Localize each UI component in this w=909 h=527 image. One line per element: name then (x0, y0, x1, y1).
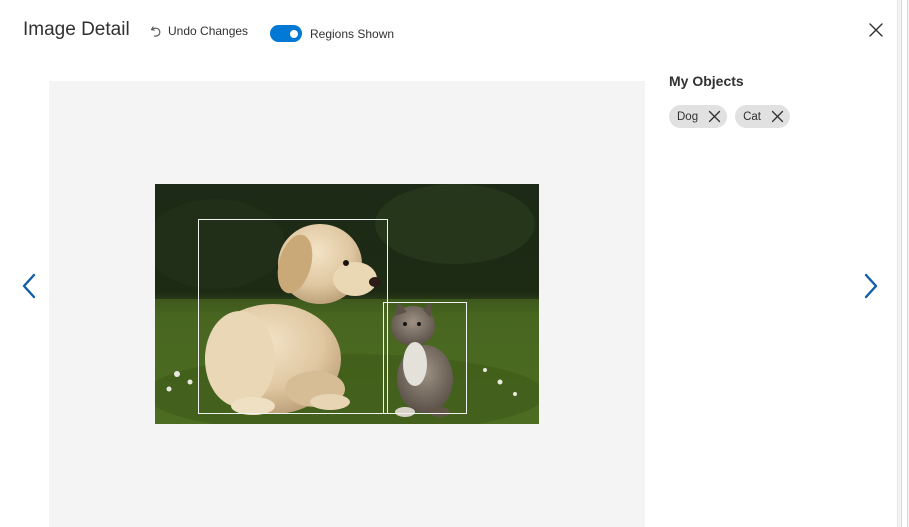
tag-label: Dog (677, 110, 699, 123)
next-image-button[interactable] (862, 273, 880, 299)
my-objects-heading: My Objects (669, 73, 744, 89)
undo-changes-button[interactable]: Undo Changes (150, 24, 248, 38)
scrollbar[interactable] (897, 0, 909, 527)
region-box-dog[interactable] (198, 219, 388, 414)
tag-label: Cat (743, 110, 762, 123)
regions-shown-toggle[interactable] (270, 25, 302, 42)
tag-dog[interactable]: Dog (669, 105, 728, 128)
remove-tag-dog-icon[interactable] (708, 110, 721, 123)
undo-changes-label: Undo Changes (168, 24, 249, 38)
undo-icon (150, 25, 162, 38)
page-title: Image Detail (23, 19, 130, 40)
scrollbar-thumb[interactable] (901, 0, 908, 527)
chevron-right-icon (862, 273, 880, 303)
tag-cat[interactable]: Cat (735, 105, 791, 128)
toggle-knob (290, 29, 298, 38)
detail-image (155, 184, 539, 424)
remove-tag-cat-icon[interactable] (771, 110, 784, 123)
chevron-left-icon (20, 273, 38, 303)
regions-shown-label: Regions Shown (310, 26, 395, 41)
region-box-cat[interactable] (383, 302, 467, 414)
regions-toggle-group: Regions Shown (270, 25, 394, 42)
object-tag-list: Dog Cat (669, 105, 791, 128)
close-icon[interactable] (868, 22, 884, 38)
previous-image-button[interactable] (20, 273, 38, 299)
